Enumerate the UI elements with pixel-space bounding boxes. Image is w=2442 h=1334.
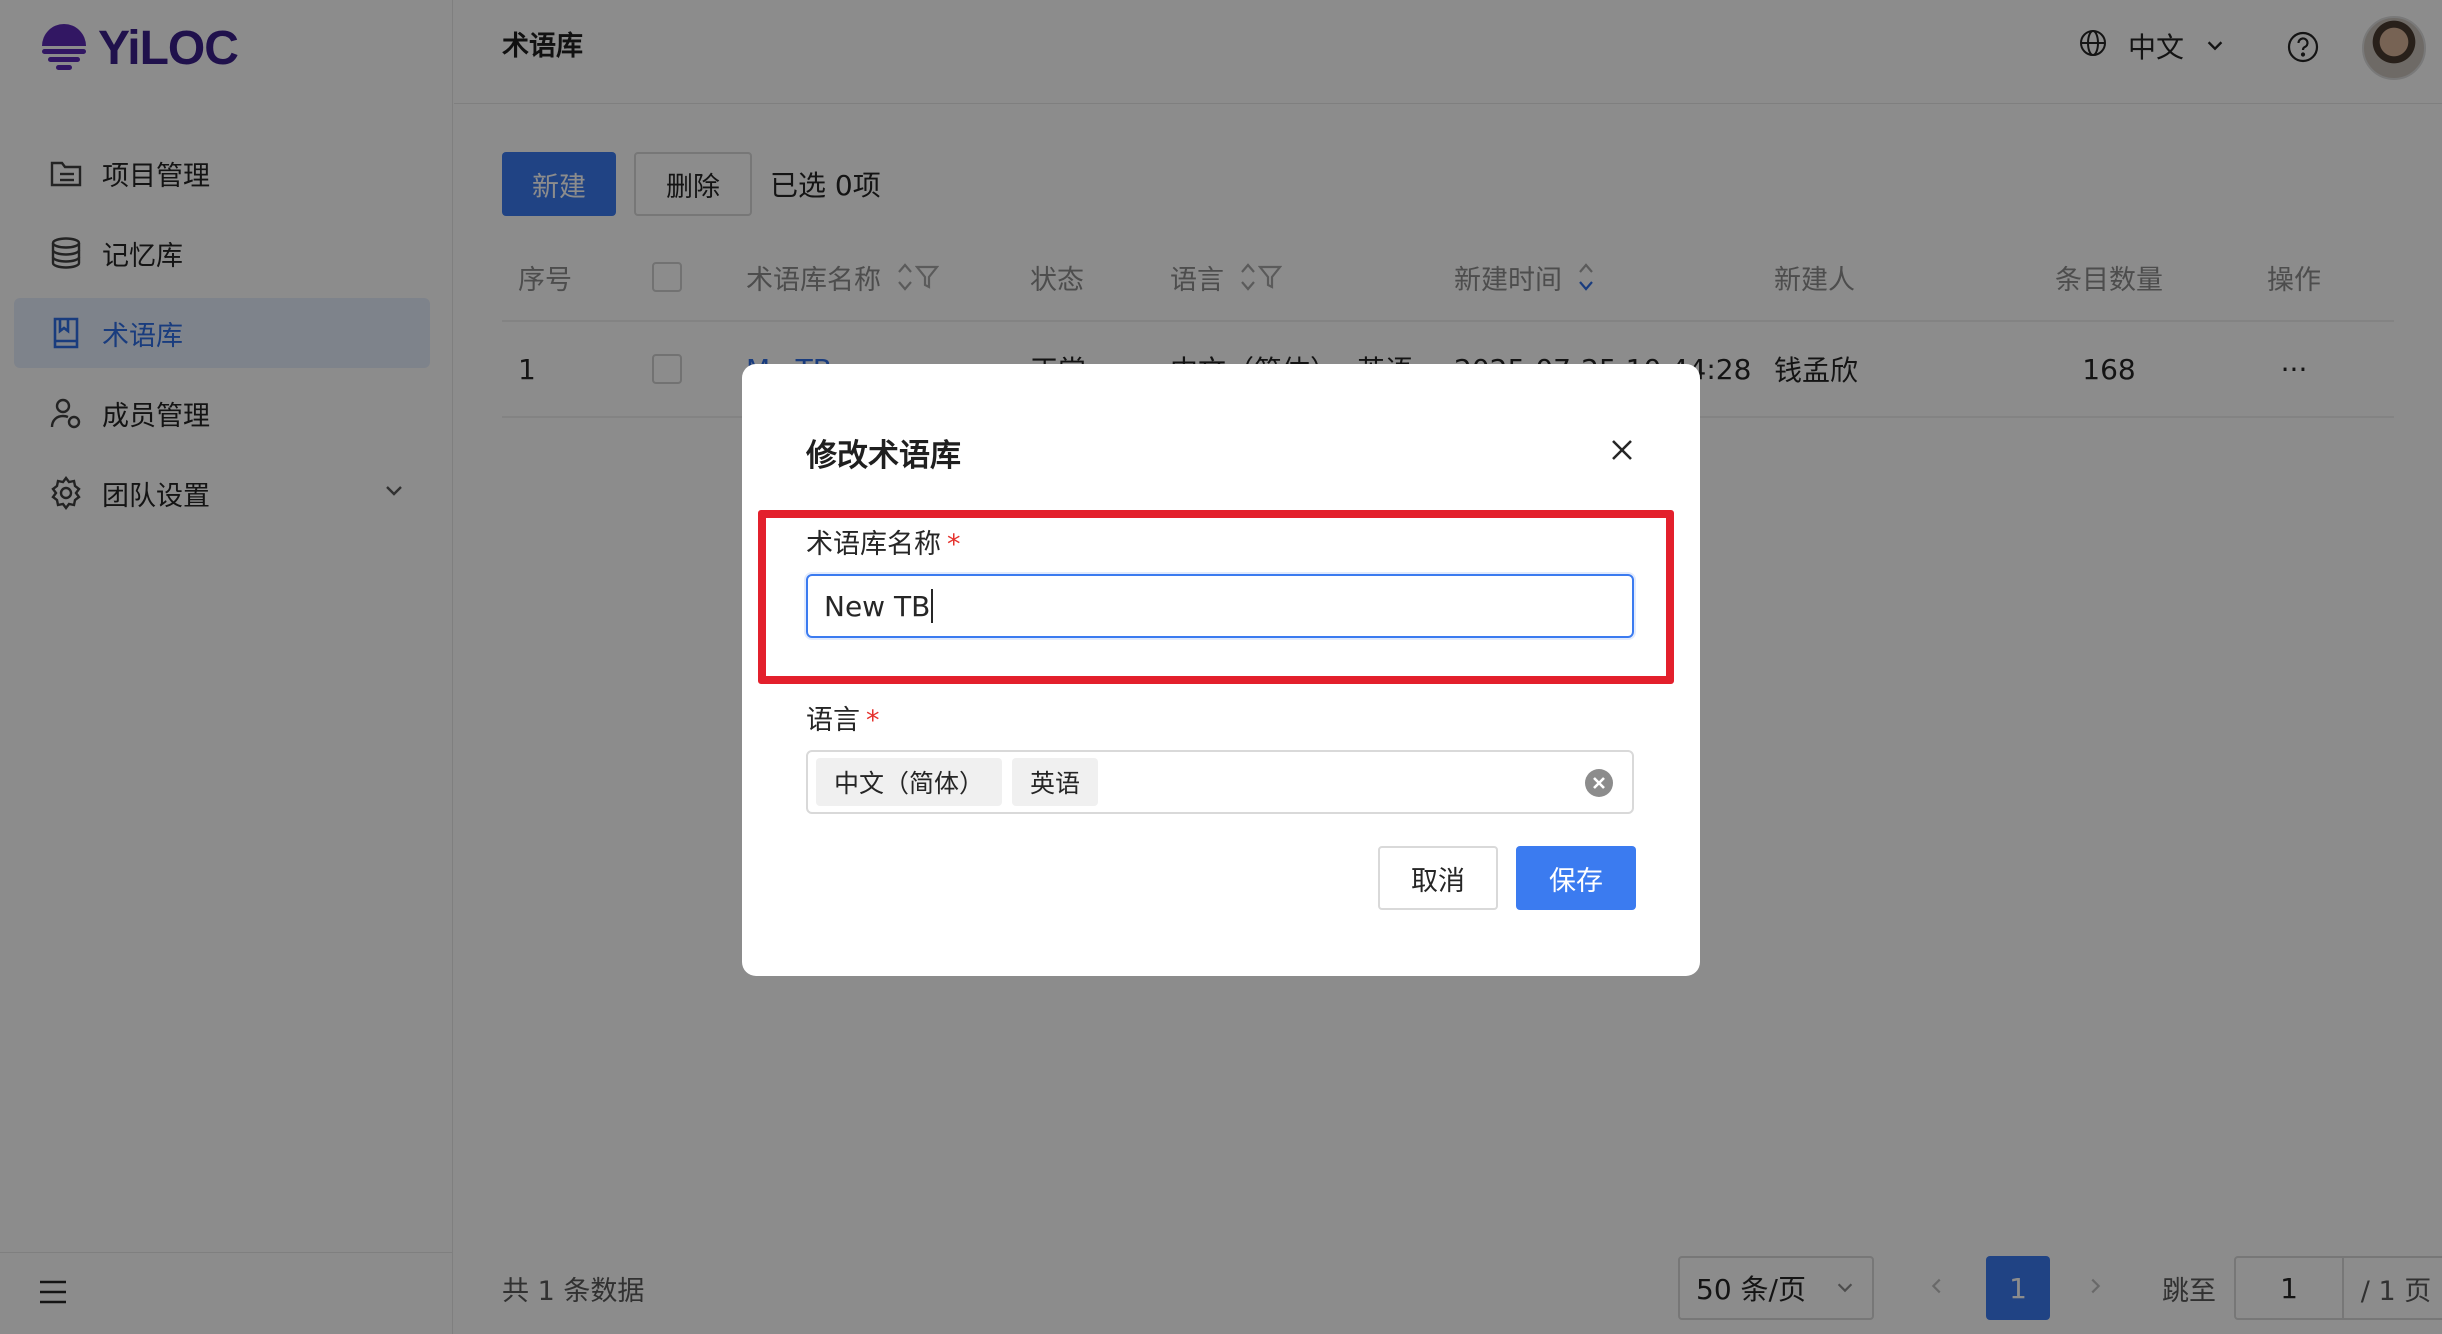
language-select[interactable]: 中文（简体） 英语: [806, 750, 1634, 814]
language-tag[interactable]: 中文（简体）: [816, 758, 1003, 806]
termbase-name-input[interactable]: New TB: [806, 574, 1634, 638]
language-field-label: 语言 *: [806, 698, 880, 737]
required-mark: *: [947, 529, 961, 560]
language-tag[interactable]: 英语: [1012, 758, 1099, 806]
save-button[interactable]: 保存: [1516, 846, 1636, 910]
text-caret: [931, 589, 934, 623]
required-mark: *: [866, 705, 880, 736]
language-label-text: 语言: [806, 705, 860, 736]
clear-icon[interactable]: [1584, 768, 1614, 802]
dialog-title: 修改术语库: [806, 438, 961, 474]
name-field-label: 术语库名称 *: [806, 522, 961, 561]
close-icon[interactable]: [1606, 434, 1638, 466]
edit-termbase-dialog: 修改术语库 术语库名称 * New TB 语言 * 中文（简体） 英语 取消 保存: [742, 364, 1700, 976]
dialog-actions: 取消 保存: [1378, 846, 1636, 910]
name-label-text: 术语库名称: [806, 529, 941, 560]
input-value: New TB: [824, 589, 931, 623]
cancel-button[interactable]: 取消: [1378, 846, 1498, 910]
